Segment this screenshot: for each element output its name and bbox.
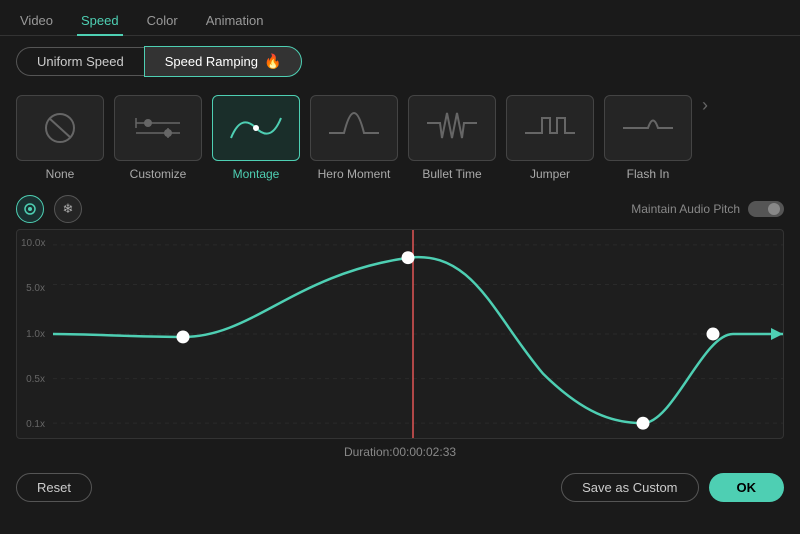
presets-row: None Customize Montage bbox=[0, 87, 800, 189]
preset-hero-moment[interactable]: Hero Moment bbox=[310, 95, 398, 181]
graph-area: 10.0x 5.0x 1.0x 0.5x 0.1x bbox=[16, 229, 784, 439]
mode-selector: Uniform Speed Speed Ramping 🔥 bbox=[0, 36, 800, 87]
curve-tool-button[interactable] bbox=[16, 195, 44, 223]
uniform-speed-button[interactable]: Uniform Speed bbox=[16, 47, 144, 76]
fire-icon: 🔥 bbox=[264, 53, 281, 70]
preset-none-label: None bbox=[46, 167, 75, 181]
preset-montage[interactable]: Montage bbox=[212, 95, 300, 181]
maintain-audio-toggle[interactable] bbox=[748, 201, 784, 217]
preset-flash-in-box bbox=[604, 95, 692, 161]
duration-text: Duration:00:00:02:33 bbox=[344, 445, 456, 459]
preset-flash-in-label: Flash In bbox=[627, 167, 670, 181]
freeze-frame-button[interactable]: ❄ bbox=[54, 195, 82, 223]
duration-bar: Duration:00:00:02:33 bbox=[0, 439, 800, 465]
preset-bullet-time-label: Bullet Time bbox=[422, 167, 481, 181]
preset-none-box bbox=[16, 95, 104, 161]
y-label-1x: 1.0x bbox=[21, 329, 49, 340]
preset-hero-moment-box bbox=[310, 95, 398, 161]
preset-montage-label: Montage bbox=[233, 167, 280, 181]
preset-customize-label: Customize bbox=[130, 167, 187, 181]
y-label-10x: 10.0x bbox=[21, 238, 49, 249]
controls-row: ❄ Maintain Audio Pitch bbox=[0, 189, 800, 229]
ok-button[interactable]: OK bbox=[709, 473, 785, 502]
top-tabs: Video Speed Color Animation bbox=[0, 0, 800, 36]
reset-button[interactable]: Reset bbox=[16, 473, 92, 502]
y-axis-labels: 10.0x 5.0x 1.0x 0.5x 0.1x bbox=[17, 230, 53, 438]
preset-jumper-label: Jumper bbox=[530, 167, 570, 181]
snowflake-icon: ❄ bbox=[63, 201, 74, 217]
preset-none[interactable]: None bbox=[16, 95, 104, 181]
y-label-5x: 5.0x bbox=[21, 283, 49, 294]
preset-montage-box bbox=[212, 95, 300, 161]
preset-flash-in[interactable]: Flash In bbox=[604, 95, 692, 181]
tab-video[interactable]: Video bbox=[16, 7, 57, 36]
maintain-audio-label: Maintain Audio Pitch bbox=[631, 201, 784, 217]
tab-animation[interactable]: Animation bbox=[202, 7, 268, 36]
bottom-bar: Reset Save as Custom OK bbox=[0, 465, 800, 510]
tab-color[interactable]: Color bbox=[143, 7, 182, 36]
action-buttons: Save as Custom OK bbox=[561, 473, 784, 502]
y-label-05x: 0.5x bbox=[21, 374, 49, 385]
speed-ramping-button[interactable]: Speed Ramping 🔥 bbox=[144, 46, 303, 77]
preset-customize[interactable]: Customize bbox=[114, 95, 202, 181]
tab-speed[interactable]: Speed bbox=[77, 7, 123, 36]
preset-bullet-time[interactable]: Bullet Time bbox=[408, 95, 496, 181]
preset-jumper-box bbox=[506, 95, 594, 161]
save-custom-button[interactable]: Save as Custom bbox=[561, 473, 698, 502]
scroll-right-arrow[interactable]: › bbox=[702, 95, 708, 136]
preset-customize-box bbox=[114, 95, 202, 161]
preset-hero-moment-label: Hero Moment bbox=[318, 167, 391, 181]
toggle-knob bbox=[768, 203, 780, 215]
preset-jumper[interactable]: Jumper bbox=[506, 95, 594, 181]
graph-canvas[interactable] bbox=[53, 230, 783, 438]
preset-bullet-time-box bbox=[408, 95, 496, 161]
y-label-01x: 0.1x bbox=[21, 419, 49, 430]
